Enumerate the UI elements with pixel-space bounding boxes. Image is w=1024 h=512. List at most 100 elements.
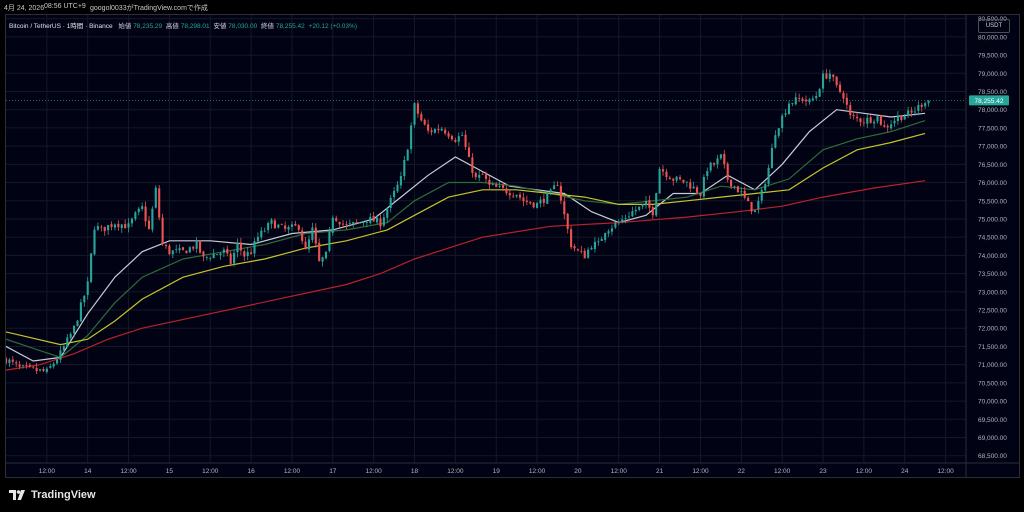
price-tick-label: 73,500.00: [978, 271, 1007, 278]
symbol-name[interactable]: Bitcoin / TetherUS · 1時間 · Binance: [9, 23, 113, 30]
candle-body: [100, 226, 103, 228]
candle-body: [178, 248, 181, 251]
brand-name: TradingView: [31, 489, 96, 501]
time-tick-label: 12:00: [611, 468, 628, 475]
candle-body: [212, 254, 215, 259]
candle-body: [164, 245, 168, 247]
candle-body: [454, 139, 457, 142]
time-tick-label: 12:00: [447, 468, 464, 475]
candle-body: [430, 130, 433, 133]
candle-body: [270, 219, 273, 224]
candle-body: [624, 218, 627, 220]
candle-body: [536, 203, 539, 208]
candle-body: [471, 157, 474, 173]
candle-body: [478, 174, 481, 178]
candle-body: [655, 193, 658, 216]
candle-body: [719, 154, 722, 159]
candle-body: [423, 119, 426, 125]
candle-body: [512, 195, 515, 197]
candle-body: [890, 124, 893, 129]
high-label: 高値: [165, 23, 179, 30]
candle-body: [862, 122, 865, 124]
candle-body: [651, 207, 654, 216]
price-tick-label: 76,500.00: [978, 162, 1007, 169]
candle-body: [750, 202, 753, 212]
candle-body: [566, 213, 569, 229]
candle-body: [331, 217, 334, 233]
candle-body: [821, 73, 825, 89]
candle-body: [896, 115, 899, 122]
candle-body: [76, 320, 79, 327]
candle-body: [685, 181, 688, 183]
price-tick-label: 68,500.00: [978, 453, 1007, 460]
candle-body: [35, 367, 38, 372]
candle-body: [352, 222, 355, 224]
time-tick-label: 12:00: [692, 468, 709, 475]
open-value: 78,235.29: [133, 23, 163, 30]
candle-body: [920, 104, 923, 107]
candle-body: [365, 221, 368, 223]
price-tick-label: 71,000.00: [978, 362, 1007, 369]
candle-body: [256, 236, 259, 242]
candle-body: [689, 182, 692, 189]
time-tick-label: 17: [329, 468, 337, 475]
candle-body: [192, 246, 195, 249]
chart-area[interactable]: 68,500.00 69,000.00 69,500.00 70,000.00 70,5…: [5, 14, 1020, 478]
currency-button[interactable]: USDT: [978, 19, 1010, 33]
candle-body: [634, 210, 637, 212]
candle-body: [376, 217, 379, 223]
candle-body: [56, 359, 59, 364]
candle-body: [900, 115, 903, 121]
candle-body: [529, 201, 532, 204]
time-tick-label: 12:00: [937, 468, 954, 475]
candle-body: [185, 250, 188, 254]
candle-body: [66, 337, 69, 347]
candle-body: [151, 208, 154, 230]
candle-body: [828, 73, 831, 79]
candle-body: [69, 333, 72, 338]
candle-body: [79, 302, 82, 322]
candle-body: [842, 92, 845, 99]
time-tick-label: 12:00: [856, 468, 873, 475]
candle-body: [396, 184, 399, 192]
candle-body: [209, 258, 212, 259]
candle-body: [32, 366, 35, 368]
candle-body: [913, 111, 916, 113]
candle-body: [216, 254, 219, 256]
candle-body: [774, 135, 777, 148]
candle-body: [236, 242, 239, 253]
time-tick-label: 23: [819, 468, 827, 475]
candle-body: [525, 200, 528, 202]
price-chart[interactable]: 68,500.00 69,000.00 69,500.00 70,000.00 70,5…: [6, 15, 1019, 477]
candle-body: [604, 232, 607, 240]
candle-body: [246, 251, 249, 257]
candle-body: [587, 249, 590, 258]
price-tick-label: 77,000.00: [978, 144, 1007, 151]
candle-body: [328, 231, 331, 251]
candle-body: [205, 257, 208, 258]
candle-body: [866, 117, 869, 124]
candle-body: [188, 247, 191, 253]
time-tick-label: 24: [901, 468, 909, 475]
candle-body: [222, 249, 225, 253]
candle-body: [198, 240, 202, 253]
low-value: 78,030.00: [228, 23, 258, 30]
candle-body: [461, 135, 464, 137]
time-tick-label: 12:00: [366, 468, 383, 475]
candle-body: [580, 250, 583, 252]
candle-body: [570, 229, 573, 248]
tradingview-logo[interactable]: TradingView: [9, 489, 96, 501]
candle-body: [726, 163, 729, 180]
candle-body: [38, 369, 42, 371]
candle-body: [273, 220, 276, 229]
time-tick-label: 18: [411, 468, 419, 475]
price-tick-label: 75,000.00: [978, 216, 1007, 223]
time-tick-label: 16: [247, 468, 255, 475]
candle-body: [120, 224, 123, 229]
candle-body: [335, 218, 338, 221]
candle-body: [518, 194, 522, 198]
price-tick-label: 69,500.00: [978, 417, 1007, 424]
candle-body: [52, 363, 55, 367]
candle-body: [600, 238, 603, 241]
candle-body: [137, 208, 140, 213]
